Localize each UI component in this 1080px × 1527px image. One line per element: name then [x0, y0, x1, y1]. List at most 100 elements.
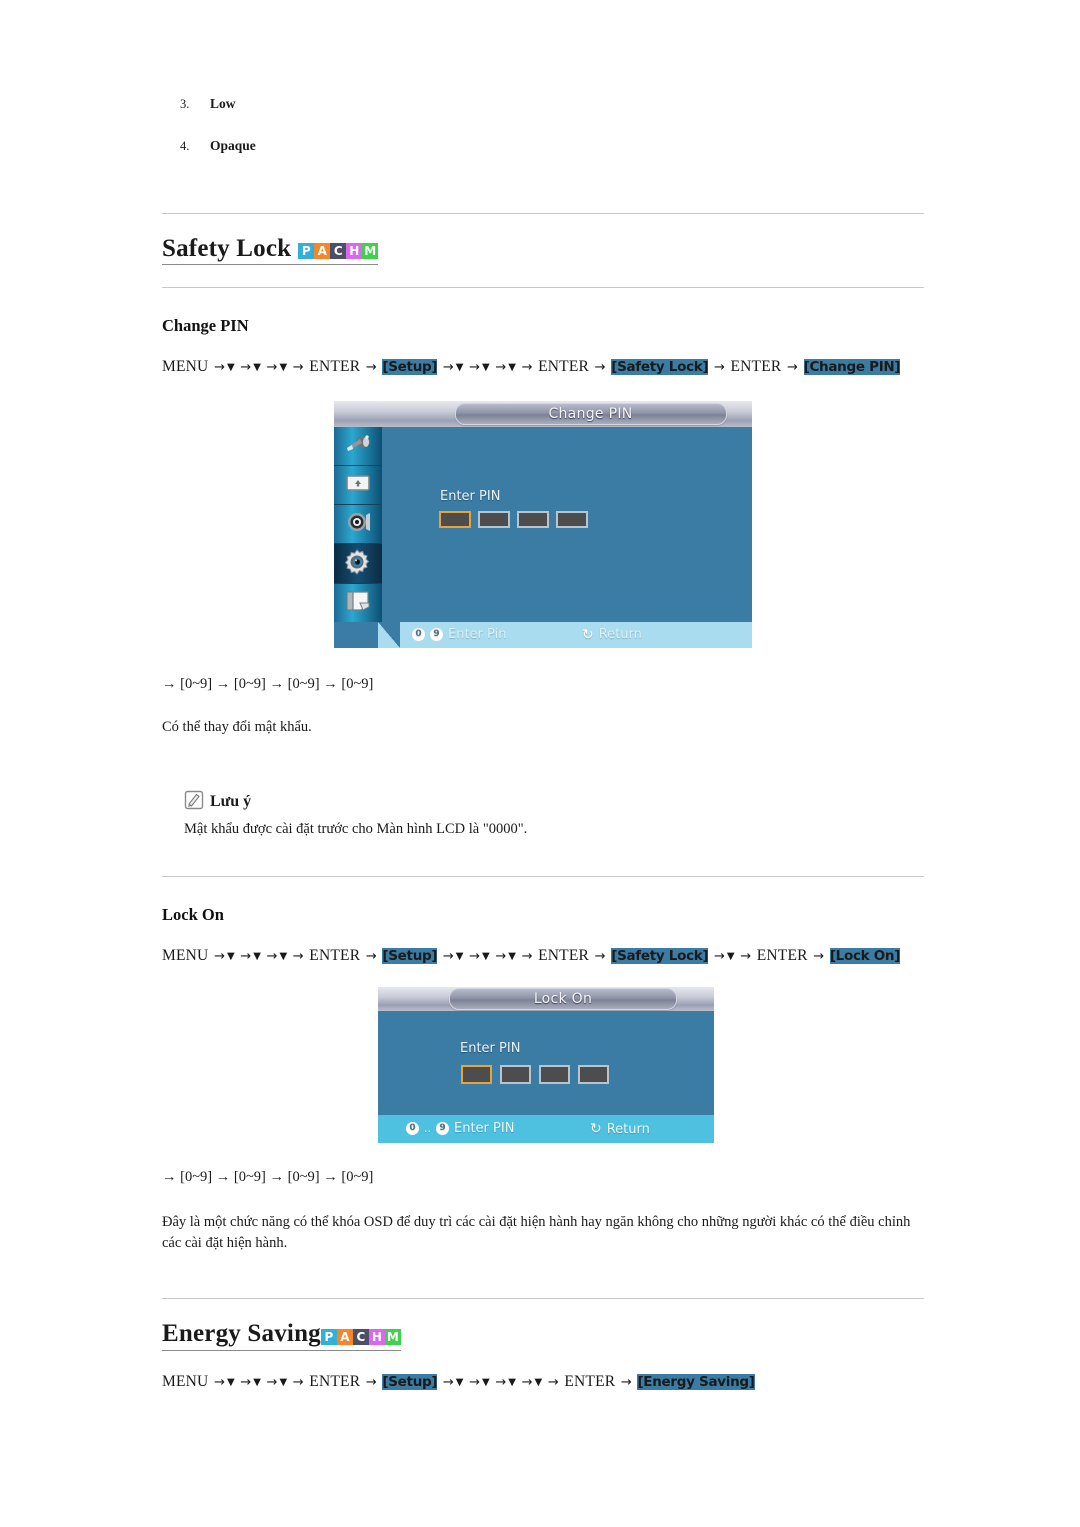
- pin-box-4[interactable]: [556, 510, 588, 528]
- osd-main-panel: Enter PIN: [382, 426, 752, 622]
- pin-box-4[interactable]: [578, 1065, 609, 1085]
- osd-rail-item-setup[interactable]: [334, 544, 382, 584]
- note-block-header: Lưu ý: [184, 790, 924, 815]
- nav-enter-label-2: ENTER: [538, 358, 590, 376]
- nav-target-label: [Lock On]: [829, 947, 901, 964]
- nav-enter-label-3: ENTER: [756, 946, 808, 964]
- osd-footer-return: ↻ Return: [582, 627, 642, 643]
- return-arrow-icon: ↻: [590, 1121, 602, 1138]
- osd-footer-enter-pin-label: Enter PIN: [454, 1121, 515, 1137]
- badge-letter-p: P: [320, 1328, 337, 1345]
- osd-title-bar: Change PIN: [334, 400, 752, 427]
- osd-main-panel: Enter PIN: [378, 1011, 714, 1116]
- nav-target-label: [Energy Saving]: [637, 1373, 755, 1390]
- key-9-icon: 9: [436, 1122, 449, 1136]
- key-0-icon: 0: [406, 1122, 419, 1136]
- pin-box-2[interactable]: [500, 1065, 531, 1085]
- page-content: 3. Low 4. Opaque Safety Lock P A C H M C…: [162, 0, 924, 1391]
- pin-box-3[interactable]: [517, 510, 549, 528]
- osd-title-pill: Change PIN: [454, 402, 727, 425]
- osd-body: Enter PIN: [334, 426, 752, 622]
- nav-menu-label: MENU: [162, 358, 209, 376]
- osd-title-pill: Lock On: [449, 988, 677, 1011]
- osd-screenshot-lock-on: Lock On Enter PIN 0 .. 9 Enter PIN ↻ Ret…: [378, 987, 714, 1144]
- nav-target-label: [Change PIN]: [803, 359, 901, 376]
- list-item-label: Low: [210, 96, 236, 111]
- badge-letter-c: C: [330, 243, 347, 260]
- nav-safety-lock-label: [Safety Lock]: [611, 359, 709, 376]
- osd-footer-enter-pin: 0 .. 9 Enter PIN: [406, 1121, 514, 1136]
- key-9-icon: 9: [430, 627, 443, 641]
- osd-icon-rail: [334, 426, 382, 622]
- nav-path-change-pin: MENU → ▼ → ▼ → ▼ → ENTER → [Setup] → ▼ → ▼ → ▼…: [162, 358, 901, 376]
- osd-rail-item-screen[interactable]: [334, 466, 382, 506]
- pin-box-1[interactable]: [461, 1065, 492, 1085]
- badge-letter-h: H: [346, 243, 363, 260]
- nav-enter-label: ENTER: [309, 358, 361, 376]
- sub-heading-lock-on: Lock On: [162, 904, 224, 924]
- osd-footer-enter-pin: 0 9 Enter Pin: [412, 627, 506, 642]
- osd-footer-bar: 0 9 Enter Pin ↻ Return: [334, 621, 752, 648]
- osd-footer-return-label: Return: [598, 627, 642, 643]
- nav-setup-label: [Setup]: [382, 1373, 438, 1390]
- pin-range-line-lock-on: → [0~9] → [0~9] → [0~9] → [0~9]: [162, 1169, 374, 1186]
- pin-box-3[interactable]: [539, 1065, 570, 1085]
- badge-letter-h: H: [368, 1328, 385, 1345]
- ordered-list: 3. Low 4. Opaque: [162, 96, 924, 154]
- badge-letter-c: C: [352, 1328, 369, 1345]
- nav-enter-label-2: ENTER: [538, 946, 590, 964]
- sub-heading-change-pin: Change PIN: [162, 316, 249, 336]
- sound-icon: [345, 511, 371, 537]
- nav-path-energy-saving: MENU → ▼ → ▼ → ▼ → ENTER → [Setup] → ▼ → ▼ → ▼…: [162, 1372, 755, 1390]
- osd-footer-enter-pin-label: Enter Pin: [448, 626, 507, 642]
- badge-letter-m: M: [362, 243, 379, 260]
- list-item: 3. Low: [180, 96, 924, 112]
- osd-enter-pin-label: Enter PIN: [460, 1041, 521, 1057]
- osd-pin-row: [439, 510, 588, 528]
- section-heading-safety-lock: Safety Lock P A C H M: [162, 235, 379, 266]
- note-body: Mật khẩu được cài đặt trước cho Màn hình…: [184, 820, 528, 837]
- key-0-icon: 0: [412, 627, 425, 641]
- nav-enter-label: ENTER: [309, 946, 361, 964]
- pin-box-1[interactable]: [439, 510, 471, 528]
- return-arrow-icon: ↻: [582, 626, 594, 643]
- osd-rail-item-sound[interactable]: [334, 505, 382, 545]
- screen-icon: [344, 473, 372, 497]
- osd-rail-item-picture[interactable]: [334, 427, 382, 467]
- pachm-badge: P A C H M: [298, 243, 379, 260]
- osd-title-bar: Lock On: [378, 987, 714, 1012]
- nav-setup-label: [Setup]: [382, 359, 438, 376]
- osd-footer-bar: 0 .. 9 Enter PIN ↻ Return: [378, 1115, 714, 1144]
- osd-title-text: Change PIN: [548, 405, 633, 422]
- osd-enter-pin-label: Enter PIN: [440, 488, 501, 504]
- badge-letter-a: A: [314, 243, 331, 260]
- badge-letter-m: M: [384, 1328, 401, 1345]
- section-heading-energy-saving: Energy Saving P A C H M: [162, 1320, 401, 1351]
- osd-footer-return: ↻ Return: [590, 1121, 650, 1137]
- list-item: 4. Opaque: [180, 138, 924, 154]
- description-change-pin: Có thể thay đổi mật khẩu.: [162, 718, 312, 735]
- list-item-number: 4.: [180, 139, 190, 153]
- pachm-badge: P A C H M: [320, 1328, 401, 1345]
- osd-rail-item-multicontrol[interactable]: [334, 584, 382, 622]
- note-pencil-icon: [184, 790, 204, 815]
- osd-title-text: Lock On: [533, 991, 593, 1008]
- nav-enter-label-3: ENTER: [730, 358, 782, 376]
- osd-pin-row: [461, 1065, 609, 1085]
- badge-letter-p: P: [298, 243, 315, 260]
- nav-menu-label: MENU: [162, 1372, 209, 1390]
- section-heading-text: Energy Saving: [162, 1320, 321, 1348]
- nav-menu-label: MENU: [162, 946, 209, 964]
- nav-path-lock-on: MENU → ▼ → ▼ → ▼ → ENTER → [Setup] → ▼ → ▼ → ▼…: [162, 946, 901, 964]
- pin-range-line-change-pin: → [0~9] → [0~9] → [0~9] → [0~9]: [162, 675, 374, 692]
- nav-setup-label: [Setup]: [382, 947, 438, 964]
- multicontrol-icon: [344, 589, 372, 617]
- list-item-label: Opaque: [210, 138, 256, 153]
- description-lock-on: Đây là một chức năng có thể khóa OSD để …: [162, 1214, 911, 1252]
- osd-screenshot-change-pin: Change PIN Enter PIN 0 9 Enter Pin ↻ Ret…: [334, 400, 752, 648]
- badge-letter-a: A: [336, 1328, 353, 1345]
- pin-box-2[interactable]: [478, 510, 510, 528]
- section-heading-text: Safety Lock: [162, 235, 292, 262]
- document-page: 3. Low 4. Opaque Safety Lock P A C H M C…: [0, 0, 1080, 1527]
- nav-enter-label-2: ENTER: [564, 1372, 616, 1390]
